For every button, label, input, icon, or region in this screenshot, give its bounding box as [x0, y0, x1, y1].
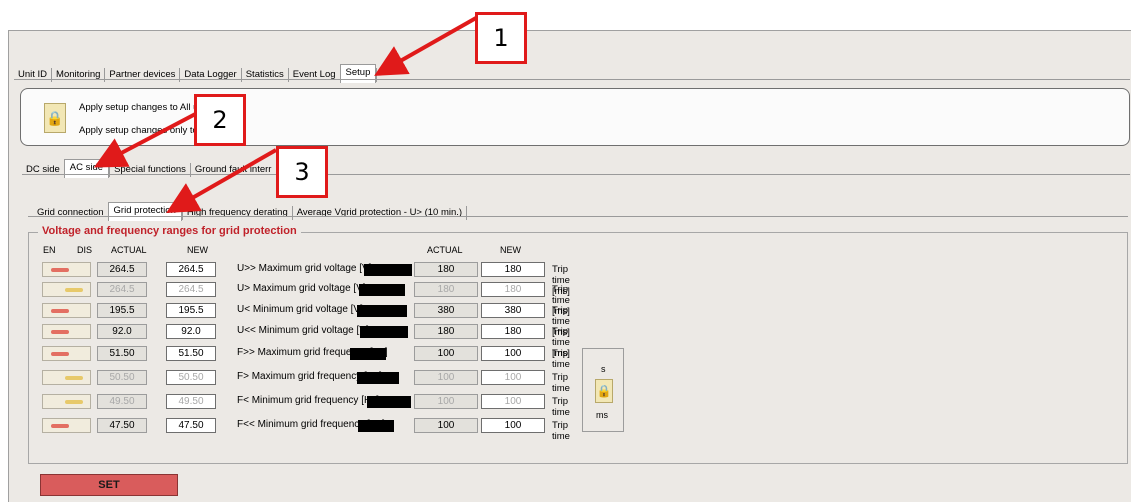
callout-3: 3 [276, 146, 328, 198]
callout-1: 1 [475, 12, 527, 64]
arrow-2 [93, 108, 204, 168]
arrow-3 [166, 148, 277, 213]
annotation-arrows [93, 16, 477, 213]
arrow-1 [374, 16, 477, 76]
callout-2: 2 [194, 94, 246, 146]
